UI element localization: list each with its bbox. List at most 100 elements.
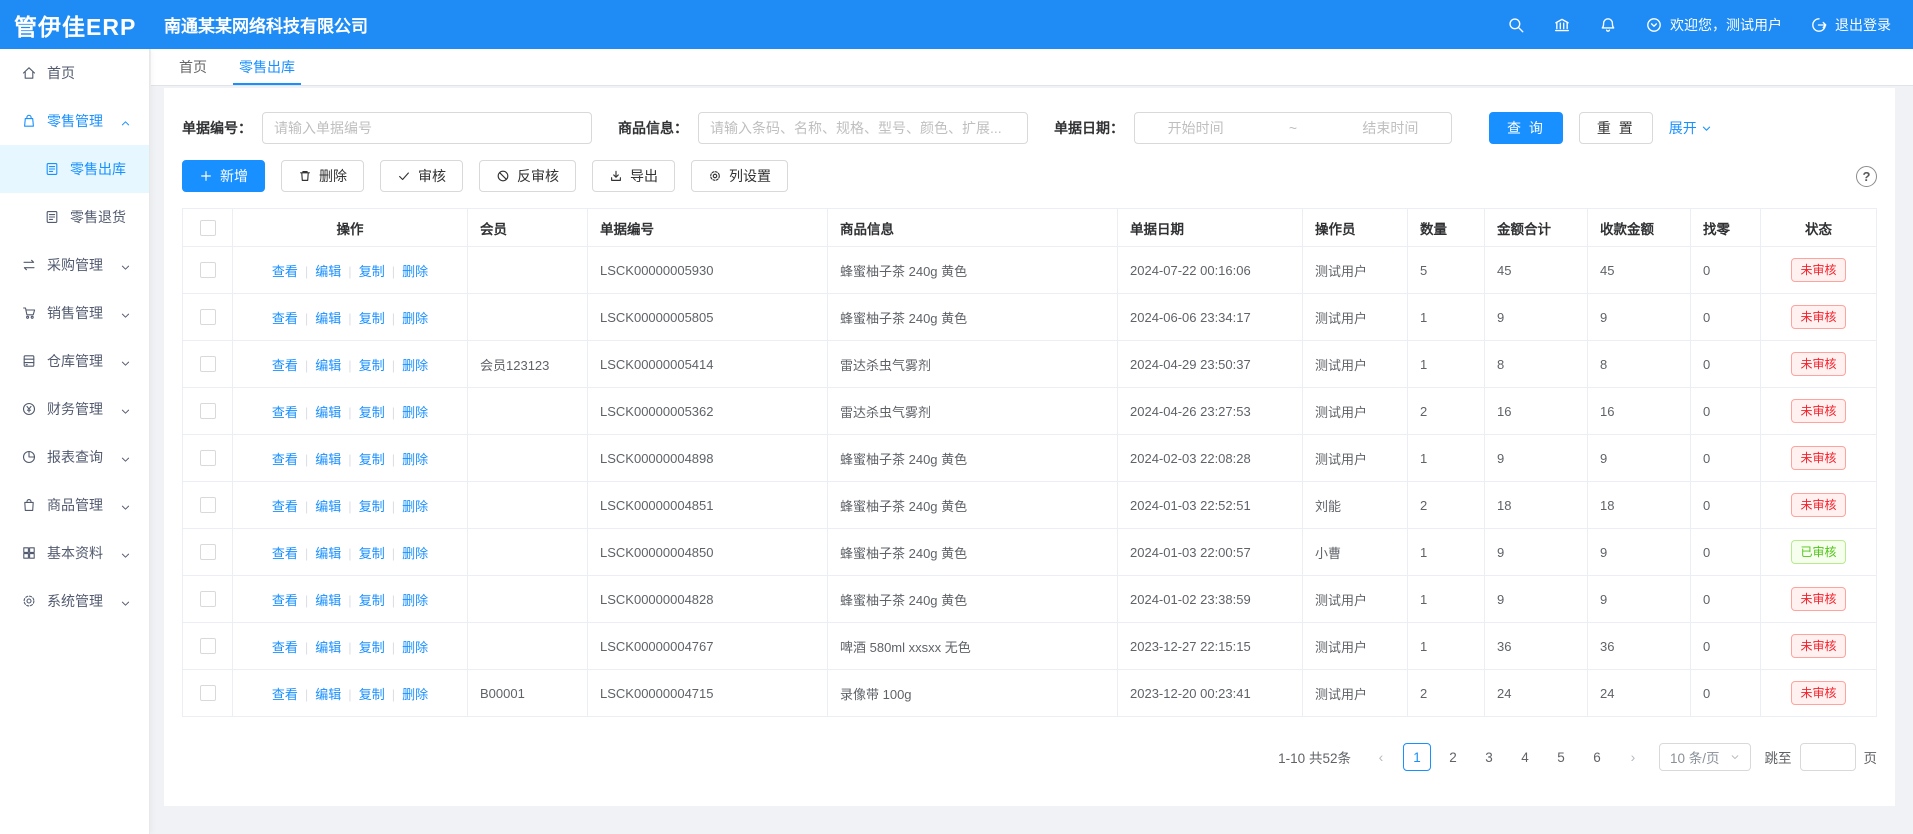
row-action-copy[interactable]: 复制	[359, 405, 385, 420]
select-all-checkbox[interactable]	[200, 220, 216, 236]
row-checkbox[interactable]	[200, 685, 216, 701]
row-checkbox[interactable]	[200, 403, 216, 419]
product-input[interactable]	[698, 112, 1028, 144]
action-separator: |	[305, 264, 308, 279]
sidebar-item-doc-零售出库[interactable]: 零售出库	[0, 145, 149, 193]
sidebar-item-money-财务管理[interactable]: 财务管理	[0, 385, 149, 433]
row-action-view[interactable]: 查看	[272, 311, 298, 326]
sidebar-item-swap-采购管理[interactable]: 采购管理	[0, 241, 149, 289]
row-action-delete[interactable]: 删除	[402, 358, 428, 373]
row-checkbox[interactable]	[200, 309, 216, 325]
cell-status: 已审核	[1761, 529, 1877, 576]
row-action-copy[interactable]: 复制	[359, 640, 385, 655]
jump-input[interactable]	[1800, 743, 1856, 771]
row-action-copy[interactable]: 复制	[359, 311, 385, 326]
row-action-view[interactable]: 查看	[272, 405, 298, 420]
reset-button[interactable]: 重 置	[1579, 112, 1653, 144]
row-checkbox[interactable]	[200, 356, 216, 372]
row-action-view[interactable]: 查看	[272, 358, 298, 373]
table-row: 查看|编辑|复制|删除LSCK00000004898蜂蜜柚子茶 240g 黄色2…	[183, 435, 1877, 482]
row-action-edit[interactable]: 编辑	[315, 546, 341, 561]
sidebar-item-bag-商品管理[interactable]: 商品管理	[0, 481, 149, 529]
row-action-delete[interactable]: 删除	[402, 593, 428, 608]
row-action-copy[interactable]: 复制	[359, 499, 385, 514]
row-action-copy[interactable]: 复制	[359, 593, 385, 608]
column-settings-button[interactable]: 列设置	[691, 160, 788, 192]
row-checkbox[interactable]	[200, 591, 216, 607]
sidebar-item-hdd-仓库管理[interactable]: 仓库管理	[0, 337, 149, 385]
tab-零售出库[interactable]: 零售出库	[223, 49, 311, 85]
row-action-edit[interactable]: 编辑	[315, 593, 341, 608]
row-action-view[interactable]: 查看	[272, 640, 298, 655]
row-checkbox[interactable]	[200, 497, 216, 513]
tab-首页[interactable]: 首页	[163, 49, 223, 85]
row-action-edit[interactable]: 编辑	[315, 687, 341, 702]
sidebar-item-home-首页[interactable]: 首页	[0, 49, 149, 97]
pagination-page-4[interactable]: 4	[1511, 743, 1539, 771]
sidebar-item-doc-零售退货[interactable]: 零售退货	[0, 193, 149, 241]
row-action-delete[interactable]: 删除	[402, 264, 428, 279]
expand-link[interactable]: 展开	[1669, 118, 1712, 138]
date-range-input[interactable]: 开始时间 ~ 结束时间	[1134, 112, 1452, 144]
row-action-delete[interactable]: 删除	[402, 405, 428, 420]
row-action-view[interactable]: 查看	[272, 264, 298, 279]
row-action-view[interactable]: 查看	[272, 499, 298, 514]
row-action-edit[interactable]: 编辑	[315, 452, 341, 467]
row-action-copy[interactable]: 复制	[359, 452, 385, 467]
pie-icon	[21, 449, 37, 465]
audit-button[interactable]: 审核	[380, 160, 463, 192]
cell-operator: 测试用户	[1303, 341, 1408, 388]
pagination-page-6[interactable]: 6	[1583, 743, 1611, 771]
row-action-edit[interactable]: 编辑	[315, 264, 341, 279]
row-action-view[interactable]: 查看	[272, 546, 298, 561]
pagination-page-3[interactable]: 3	[1475, 743, 1503, 771]
row-action-edit[interactable]: 编辑	[315, 640, 341, 655]
pagination-prev[interactable]: ‹	[1367, 743, 1395, 771]
bill-no-input[interactable]	[262, 112, 592, 144]
sidebar-item-pie-报表查询[interactable]: 报表查询	[0, 433, 149, 481]
unaudit-button[interactable]: 反审核	[479, 160, 576, 192]
row-action-copy[interactable]: 复制	[359, 687, 385, 702]
welcome-user[interactable]: 欢迎您，测试用户	[1645, 15, 1782, 35]
row-action-edit[interactable]: 编辑	[315, 358, 341, 373]
delete-button[interactable]: 删除	[281, 160, 364, 192]
pagination-page-5[interactable]: 5	[1547, 743, 1575, 771]
search-icon[interactable]	[1507, 16, 1525, 34]
sidebar-item-cart-销售管理[interactable]: 销售管理	[0, 289, 149, 337]
pagination-next[interactable]: ›	[1619, 743, 1647, 771]
bank-icon[interactable]	[1553, 16, 1571, 34]
pagination-page-2[interactable]: 2	[1439, 743, 1467, 771]
row-action-copy[interactable]: 复制	[359, 358, 385, 373]
row-checkbox[interactable]	[200, 262, 216, 278]
row-action-delete[interactable]: 删除	[402, 640, 428, 655]
sidebar-item-shop-零售管理[interactable]: 零售管理	[0, 97, 149, 145]
add-button[interactable]: 新增	[182, 160, 265, 192]
row-checkbox[interactable]	[200, 638, 216, 654]
row-action-delete[interactable]: 删除	[402, 687, 428, 702]
row-action-copy[interactable]: 复制	[359, 264, 385, 279]
row-action-view[interactable]: 查看	[272, 452, 298, 467]
row-action-delete[interactable]: 删除	[402, 499, 428, 514]
row-action-edit[interactable]: 编辑	[315, 311, 341, 326]
row-checkbox[interactable]	[200, 450, 216, 466]
cell-member	[468, 529, 588, 576]
logout-button[interactable]: 退出登录	[1810, 15, 1891, 35]
row-action-view[interactable]: 查看	[272, 593, 298, 608]
row-checkbox[interactable]	[200, 544, 216, 560]
pagination-page-1[interactable]: 1	[1403, 743, 1431, 771]
row-action-delete[interactable]: 删除	[402, 311, 428, 326]
row-action-edit[interactable]: 编辑	[315, 499, 341, 514]
sidebar-item-grid-基本资料[interactable]: 基本资料	[0, 529, 149, 577]
export-button[interactable]: 导出	[592, 160, 675, 192]
row-action-delete[interactable]: 删除	[402, 546, 428, 561]
row-action-edit[interactable]: 编辑	[315, 405, 341, 420]
sidebar-item-gear-系统管理[interactable]: 系统管理	[0, 577, 149, 625]
page-size-select[interactable]: 10 条/页	[1659, 743, 1751, 771]
help-icon[interactable]: ?	[1856, 166, 1877, 187]
row-action-view[interactable]: 查看	[272, 687, 298, 702]
bell-icon[interactable]	[1599, 16, 1617, 34]
row-action-delete[interactable]: 删除	[402, 452, 428, 467]
row-action-copy[interactable]: 复制	[359, 546, 385, 561]
cell-operator: 测试用户	[1303, 435, 1408, 482]
search-button[interactable]: 查 询	[1489, 112, 1563, 144]
